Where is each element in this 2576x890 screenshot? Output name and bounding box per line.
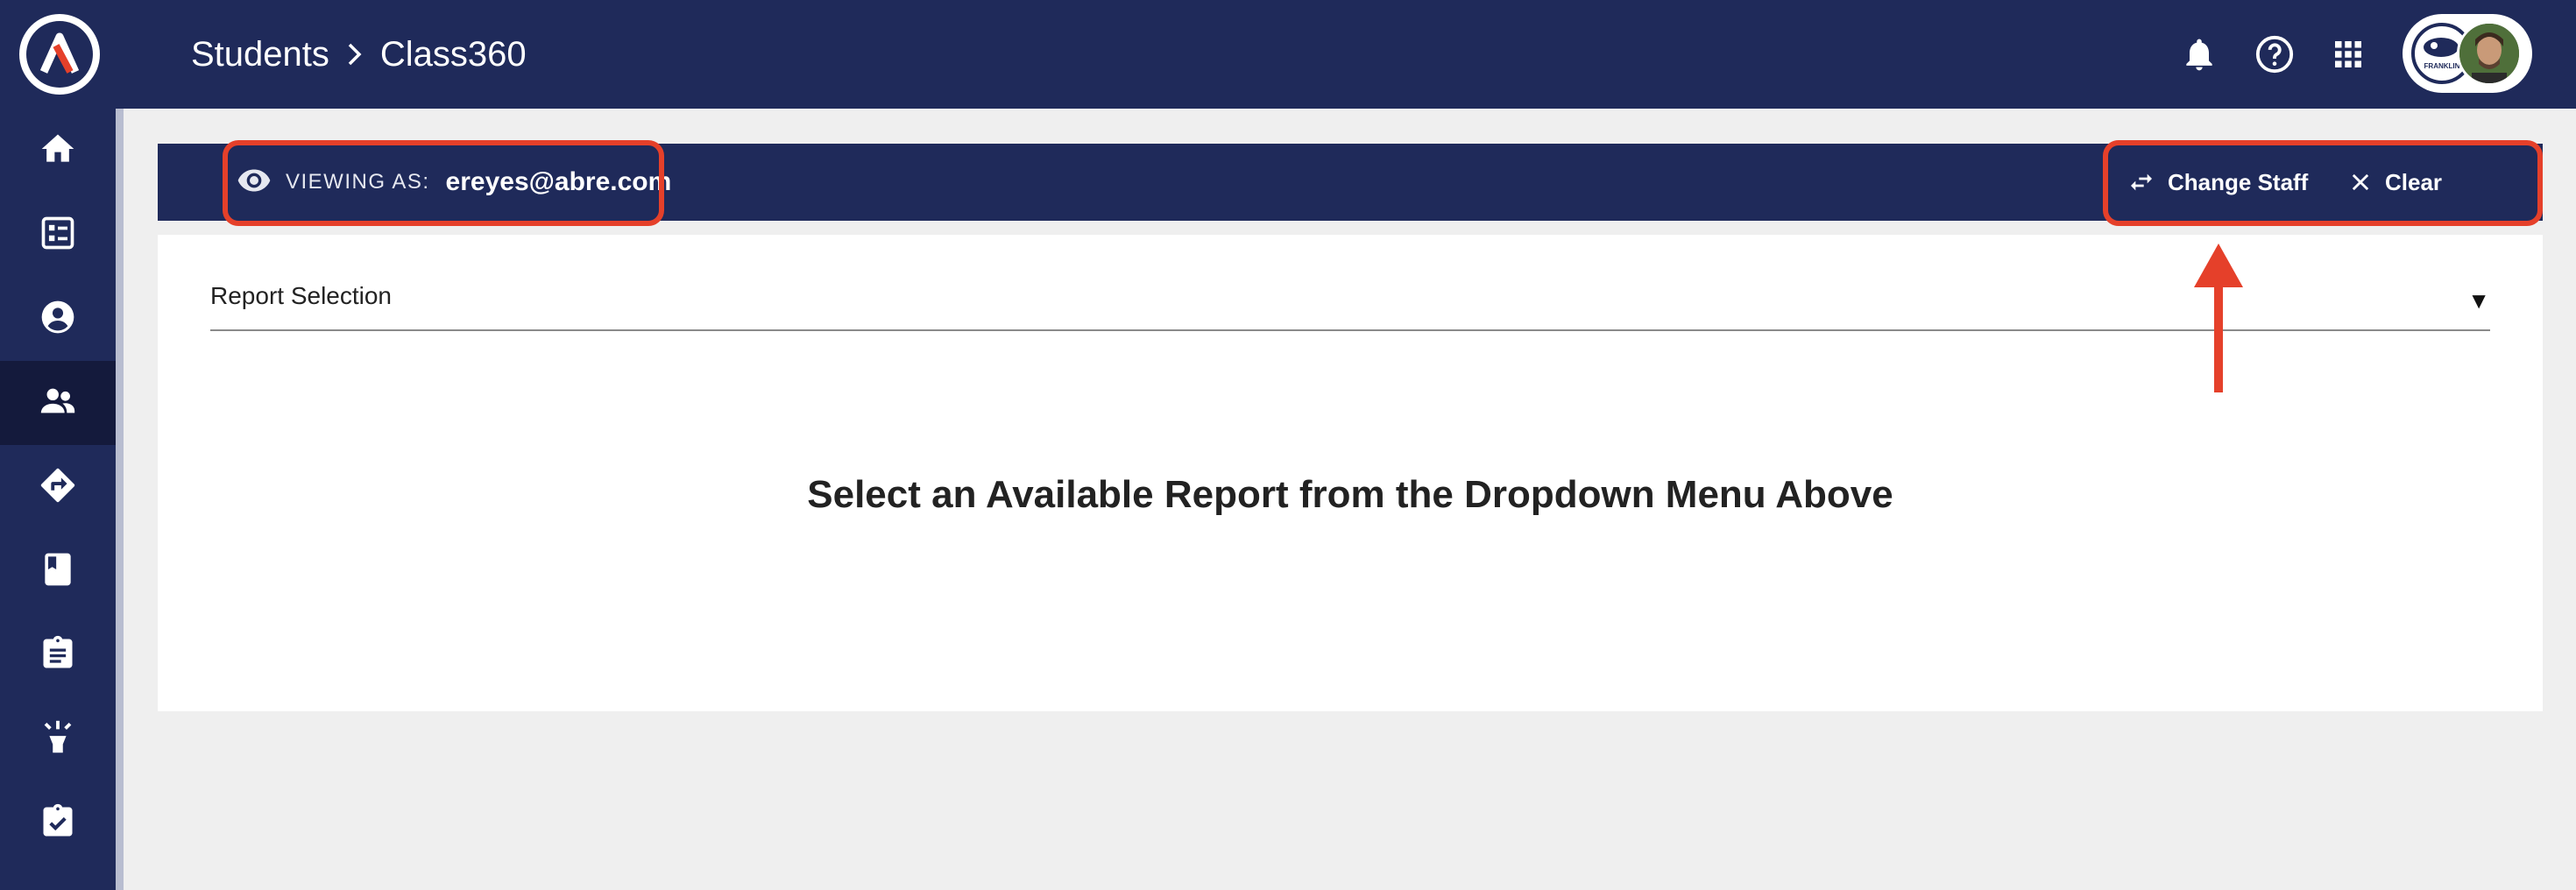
empty-state-message: Select an Available Report from the Drop…	[807, 473, 1893, 516]
account-circle-icon	[39, 298, 77, 341]
sidebar	[0, 109, 116, 890]
sidebar-item-ideas[interactable]	[0, 697, 116, 781]
sidebar-item-tasks[interactable]	[0, 781, 116, 865]
sidebar-item-assignments[interactable]	[0, 613, 116, 697]
abre-logo[interactable]	[19, 14, 100, 95]
sidebar-item-profile[interactable]	[0, 277, 116, 361]
top-app-bar: Students Class360 FRANKLIN	[0, 0, 2576, 109]
report-selection-label: Report Selection	[210, 282, 393, 309]
help-icon[interactable]	[2250, 30, 2299, 79]
sidebar-item-dashboard[interactable]	[0, 193, 116, 277]
people-icon	[38, 381, 78, 426]
apps-grid-icon[interactable]	[2324, 30, 2373, 79]
breadcrumb: Students Class360	[191, 26, 527, 82]
clipboard-icon	[39, 634, 77, 677]
lightbulb-icon	[38, 717, 78, 762]
bell-icon[interactable]	[2175, 30, 2224, 79]
school-badge-text: FRANKLIN	[2424, 62, 2460, 70]
checklist-icon	[39, 214, 77, 257]
sidebar-item-directions[interactable]	[0, 445, 116, 529]
highlight-viewing-as	[223, 140, 664, 226]
annotation-arrow-icon	[2194, 244, 2243, 392]
caret-down-icon: ▼	[2467, 287, 2490, 314]
chevron-right-icon	[345, 40, 364, 68]
abre-logo-icon	[26, 21, 93, 88]
avatar	[2457, 21, 2522, 86]
sidebar-item-students[interactable]	[0, 361, 116, 445]
highlight-staff-actions	[2103, 140, 2543, 226]
report-card: Report Selection ▼ Select an Available R…	[158, 235, 2543, 711]
report-selection-dropdown[interactable]: Report Selection ▼	[210, 280, 2490, 331]
assignment-check-icon	[39, 802, 77, 845]
directions-icon	[38, 465, 78, 510]
sidebar-item-home[interactable]	[0, 109, 116, 193]
breadcrumb-students[interactable]: Students	[191, 35, 329, 74]
book-icon	[39, 550, 77, 593]
sidebar-item-books[interactable]	[0, 529, 116, 613]
home-icon	[39, 130, 77, 173]
breadcrumb-class360: Class360	[379, 34, 527, 74]
profile-menu[interactable]: FRANKLIN	[2403, 14, 2532, 93]
sidebar-divider	[116, 109, 124, 890]
